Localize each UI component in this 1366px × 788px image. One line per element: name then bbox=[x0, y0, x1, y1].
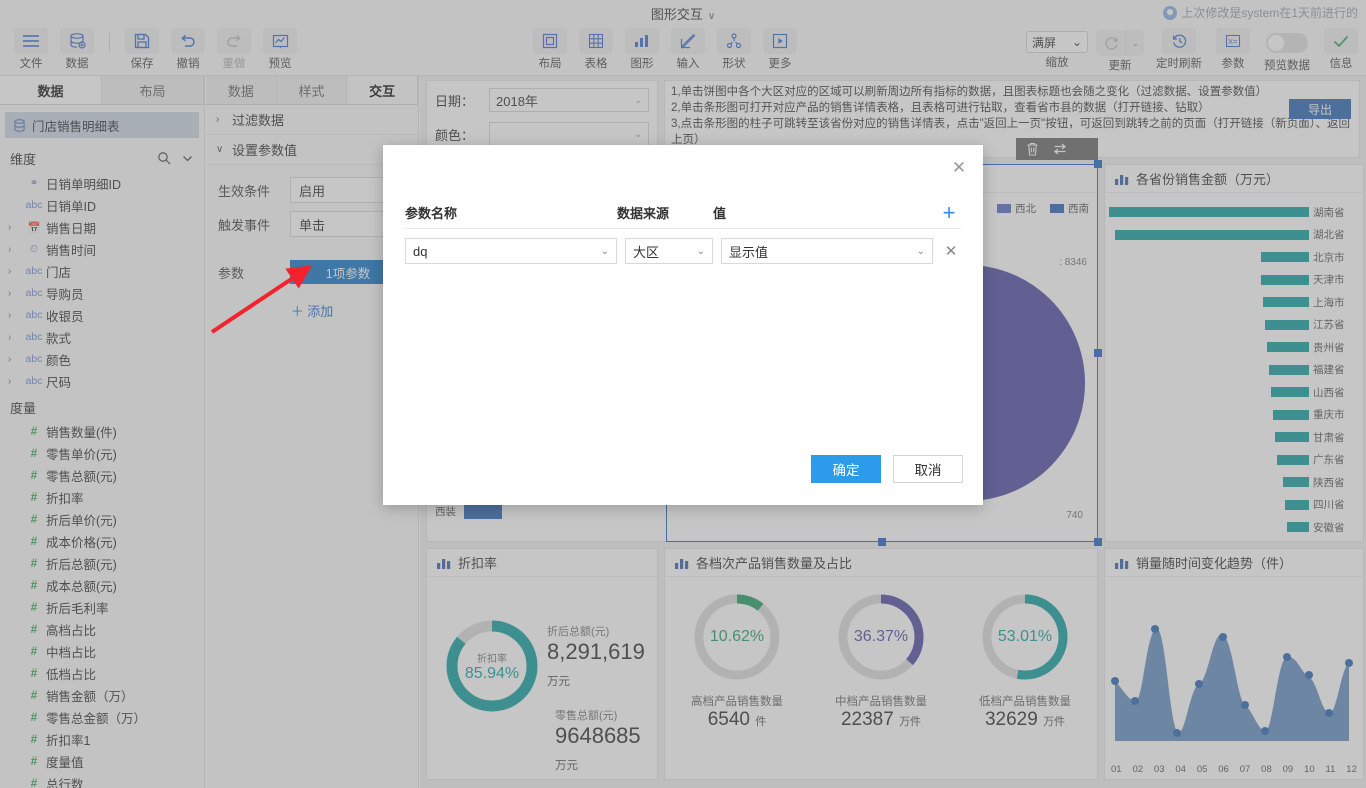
param-value-select[interactable]: 显示值 ⌄ bbox=[721, 238, 933, 264]
confirm-button[interactable]: 确定 bbox=[811, 455, 881, 483]
chevron-down-icon: ⌄ bbox=[916, 245, 925, 257]
param-name-value: dq bbox=[413, 243, 428, 259]
column-header-data-source: 数据来源 bbox=[617, 206, 670, 221]
parameter-settings-dialog: ✕ 参数名称 数据来源 值 + dq ⌄ 大区 ⌄ 显示值 ⌄ ✕ 确定 取消 bbox=[383, 145, 983, 505]
remove-row-icon[interactable]: ✕ bbox=[941, 242, 961, 260]
parameter-row-0: dq ⌄ 大区 ⌄ 显示值 ⌄ ✕ bbox=[405, 237, 961, 265]
param-name-select[interactable]: dq ⌄ bbox=[405, 238, 617, 264]
param-value-value: 显示值 bbox=[729, 244, 769, 260]
cancel-button[interactable]: 取消 bbox=[893, 455, 963, 483]
chevron-down-icon: ⌄ bbox=[600, 245, 609, 257]
dialog-column-headers: 参数名称 数据来源 值 + bbox=[405, 197, 961, 229]
application-window: 图形交互 ∨ 上次修改是system在1天前进行的 文件 数据 保存 撤销 重做… bbox=[0, 0, 1366, 788]
column-header-value: 值 bbox=[713, 206, 727, 221]
param-source-value: 大区 bbox=[633, 244, 660, 260]
param-source-select[interactable]: 大区 ⌄ bbox=[625, 238, 713, 264]
chevron-down-icon: ⌄ bbox=[696, 245, 705, 257]
close-icon[interactable]: ✕ bbox=[949, 157, 969, 177]
plus-icon[interactable]: + bbox=[937, 201, 961, 224]
column-header-param-name: 参数名称 bbox=[405, 206, 458, 221]
dialog-footer: 确定 取消 bbox=[811, 455, 963, 483]
